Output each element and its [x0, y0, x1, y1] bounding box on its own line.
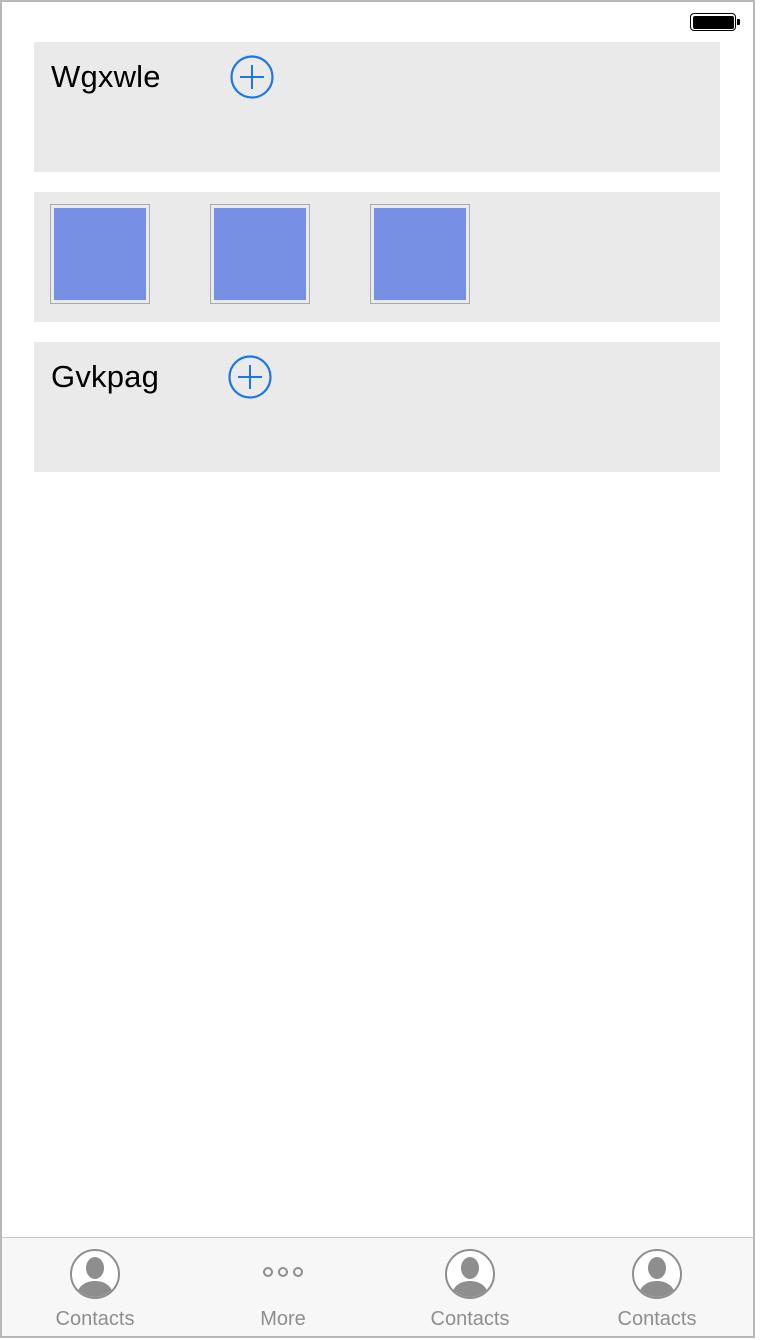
section-title-second: Gvkpag [51, 359, 160, 394]
tab-bar: Contacts More Contacts Contacts [2, 1237, 753, 1336]
image-placeholder [54, 208, 146, 300]
add-circle-icon [230, 55, 274, 99]
tab-contacts-3[interactable]: Contacts [587, 1238, 727, 1337]
image-placeholder [374, 208, 466, 300]
gallery-panel [34, 192, 720, 322]
gallery-thumbnail[interactable] [370, 204, 470, 304]
tab-contacts-1[interactable]: Contacts [25, 1238, 165, 1337]
tab-label: Contacts [55, 1308, 135, 1330]
section-title-first: Wgxwle [51, 59, 161, 94]
battery-nub [737, 19, 740, 25]
add-button-second[interactable] [228, 355, 272, 399]
contact-icon [70, 1249, 120, 1299]
tab-label: Contacts [617, 1308, 697, 1330]
gallery-thumbnail[interactable] [50, 204, 150, 304]
add-button-first[interactable] [230, 55, 274, 99]
image-placeholder [214, 208, 306, 300]
more-icon [263, 1267, 303, 1277]
section-panel-second: Gvkpag [34, 342, 720, 472]
battery-level [692, 15, 734, 29]
tab-label: Contacts [430, 1308, 510, 1330]
contact-icon [632, 1249, 682, 1299]
gallery-thumbnail[interactable] [210, 204, 310, 304]
contact-icon [445, 1249, 495, 1299]
tab-more[interactable]: More [213, 1238, 353, 1337]
tab-label: More [260, 1308, 306, 1330]
section-panel-first: Wgxwle [34, 42, 720, 172]
tab-contacts-2[interactable]: Contacts [400, 1238, 540, 1337]
add-circle-icon [228, 355, 272, 399]
battery-icon [690, 13, 740, 31]
